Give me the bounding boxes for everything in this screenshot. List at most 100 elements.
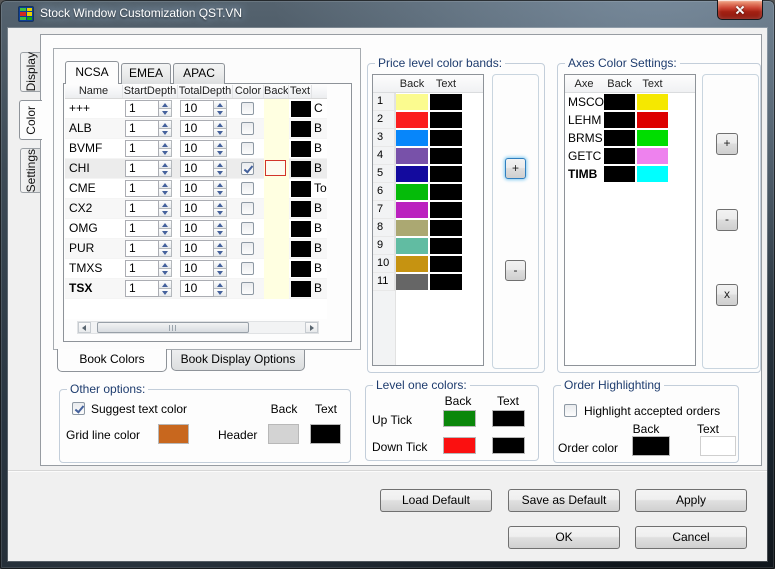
down-tick-text-swatch[interactable] [492, 437, 525, 454]
side-tab-color[interactable]: Color [19, 100, 42, 140]
text-color-cell[interactable] [291, 261, 311, 277]
cancel-button[interactable]: Cancel [635, 526, 747, 549]
apply-button[interactable]: Apply [635, 489, 747, 512]
load-default-button[interactable]: Load Default [380, 489, 492, 512]
close-button[interactable] [717, 0, 763, 20]
band-back-swatch[interactable] [396, 130, 428, 146]
band-text-swatch[interactable] [430, 130, 462, 146]
axes-remove-button[interactable]: - [716, 209, 738, 231]
back-color-cell[interactable] [264, 219, 289, 239]
start-depth-up-button[interactable] [159, 180, 172, 189]
text-color-cell[interactable] [291, 281, 311, 297]
total-depth-down-button[interactable] [214, 129, 227, 137]
start-depth-value[interactable]: 1 [125, 120, 159, 137]
start-depth-down-button[interactable] [159, 229, 172, 237]
band-back-swatch[interactable] [396, 220, 428, 236]
start-depth-down-button[interactable] [159, 169, 172, 177]
start-depth-down-button[interactable] [159, 289, 172, 297]
band-back-swatch[interactable] [396, 112, 428, 128]
start-depth-value[interactable]: 1 [125, 240, 159, 257]
total-depth-spin-buttons[interactable] [214, 160, 227, 177]
grid-line-color-swatch[interactable] [158, 424, 189, 444]
axe-text-swatch[interactable] [637, 166, 668, 182]
titlebar[interactable]: Stock Window Customization QST.VN [0, 0, 775, 28]
total-depth-down-button[interactable] [214, 209, 227, 217]
total-depth-down-button[interactable] [214, 149, 227, 157]
book-tab-book-display-options[interactable]: Book Display Options [171, 350, 305, 371]
axe-back-swatch[interactable] [604, 94, 635, 110]
total-depth-down-button[interactable] [214, 189, 227, 197]
start-depth-spin-buttons[interactable] [159, 280, 172, 297]
total-depth-down-button[interactable] [214, 109, 227, 117]
down-tick-back-swatch[interactable] [443, 437, 476, 454]
total-depth-spin-buttons[interactable] [214, 260, 227, 277]
start-depth-value[interactable]: 1 [125, 280, 159, 297]
total-depth-up-button[interactable] [214, 100, 227, 109]
start-depth-spin-buttons[interactable] [159, 100, 172, 117]
back-color-cell[interactable] [264, 199, 289, 219]
start-depth-down-button[interactable] [159, 249, 172, 257]
total-depth-up-button[interactable] [214, 220, 227, 229]
band-text-swatch[interactable] [430, 148, 462, 164]
region-tab-apac[interactable]: APAC [173, 63, 225, 84]
band-back-swatch[interactable] [396, 256, 428, 272]
text-color-cell[interactable] [291, 221, 311, 237]
axe-back-swatch[interactable] [604, 130, 635, 146]
color-checkbox[interactable] [241, 182, 254, 195]
band-text-swatch[interactable] [430, 256, 462, 272]
total-depth-value[interactable]: 10 [180, 140, 214, 157]
start-depth-up-button[interactable] [159, 200, 172, 209]
start-depth-spin-buttons[interactable] [159, 120, 172, 137]
total-depth-down-button[interactable] [214, 229, 227, 237]
ok-button[interactable]: OK [508, 526, 620, 549]
axe-back-swatch[interactable] [604, 112, 635, 128]
up-tick-text-swatch[interactable] [492, 410, 525, 427]
total-depth-down-button[interactable] [214, 269, 227, 277]
total-depth-spin-buttons[interactable] [214, 100, 227, 117]
start-depth-up-button[interactable] [159, 100, 172, 109]
highlight-accepted-orders-checkbox[interactable] [564, 404, 577, 417]
band-text-swatch[interactable] [430, 274, 462, 290]
back-color-cell[interactable] [264, 239, 289, 259]
axe-text-swatch[interactable] [637, 112, 668, 128]
axes-add-button[interactable]: + [716, 133, 738, 155]
bands-add-button[interactable]: + [505, 158, 526, 179]
horizontal-scrollbar[interactable] [77, 321, 319, 334]
header-text-color-swatch[interactable] [310, 424, 341, 444]
band-text-swatch[interactable] [430, 202, 462, 218]
total-depth-up-button[interactable] [214, 280, 227, 289]
text-color-cell[interactable] [291, 101, 311, 117]
band-back-swatch[interactable] [396, 184, 428, 200]
start-depth-up-button[interactable] [159, 140, 172, 149]
axe-back-swatch[interactable] [604, 166, 635, 182]
back-color-cell[interactable] [264, 279, 289, 299]
start-depth-spin-buttons[interactable] [159, 220, 172, 237]
axe-text-swatch[interactable] [637, 130, 668, 146]
start-depth-down-button[interactable] [159, 189, 172, 197]
start-depth-value[interactable]: 1 [125, 200, 159, 217]
start-depth-up-button[interactable] [159, 260, 172, 269]
total-depth-value[interactable]: 10 [180, 100, 214, 117]
total-depth-value[interactable]: 10 [180, 180, 214, 197]
band-back-swatch[interactable] [396, 148, 428, 164]
start-depth-spin-buttons[interactable] [159, 160, 172, 177]
color-checkbox[interactable] [241, 242, 254, 255]
band-back-swatch[interactable] [396, 166, 428, 182]
back-color-cell[interactable] [264, 119, 289, 139]
band-text-swatch[interactable] [430, 220, 462, 236]
band-back-swatch[interactable] [396, 238, 428, 254]
axe-back-swatch[interactable] [604, 148, 635, 164]
start-depth-down-button[interactable] [159, 109, 172, 117]
start-depth-down-button[interactable] [159, 209, 172, 217]
start-depth-up-button[interactable] [159, 220, 172, 229]
total-depth-spin-buttons[interactable] [214, 120, 227, 137]
total-depth-value[interactable]: 10 [180, 240, 214, 257]
back-color-cell[interactable] [264, 139, 289, 159]
text-color-cell[interactable] [291, 161, 311, 177]
total-depth-up-button[interactable] [214, 200, 227, 209]
start-depth-spin-buttons[interactable] [159, 140, 172, 157]
total-depth-spin-buttons[interactable] [214, 220, 227, 237]
start-depth-up-button[interactable] [159, 240, 172, 249]
bands-remove-button[interactable]: - [505, 260, 526, 281]
start-depth-value[interactable]: 1 [125, 140, 159, 157]
